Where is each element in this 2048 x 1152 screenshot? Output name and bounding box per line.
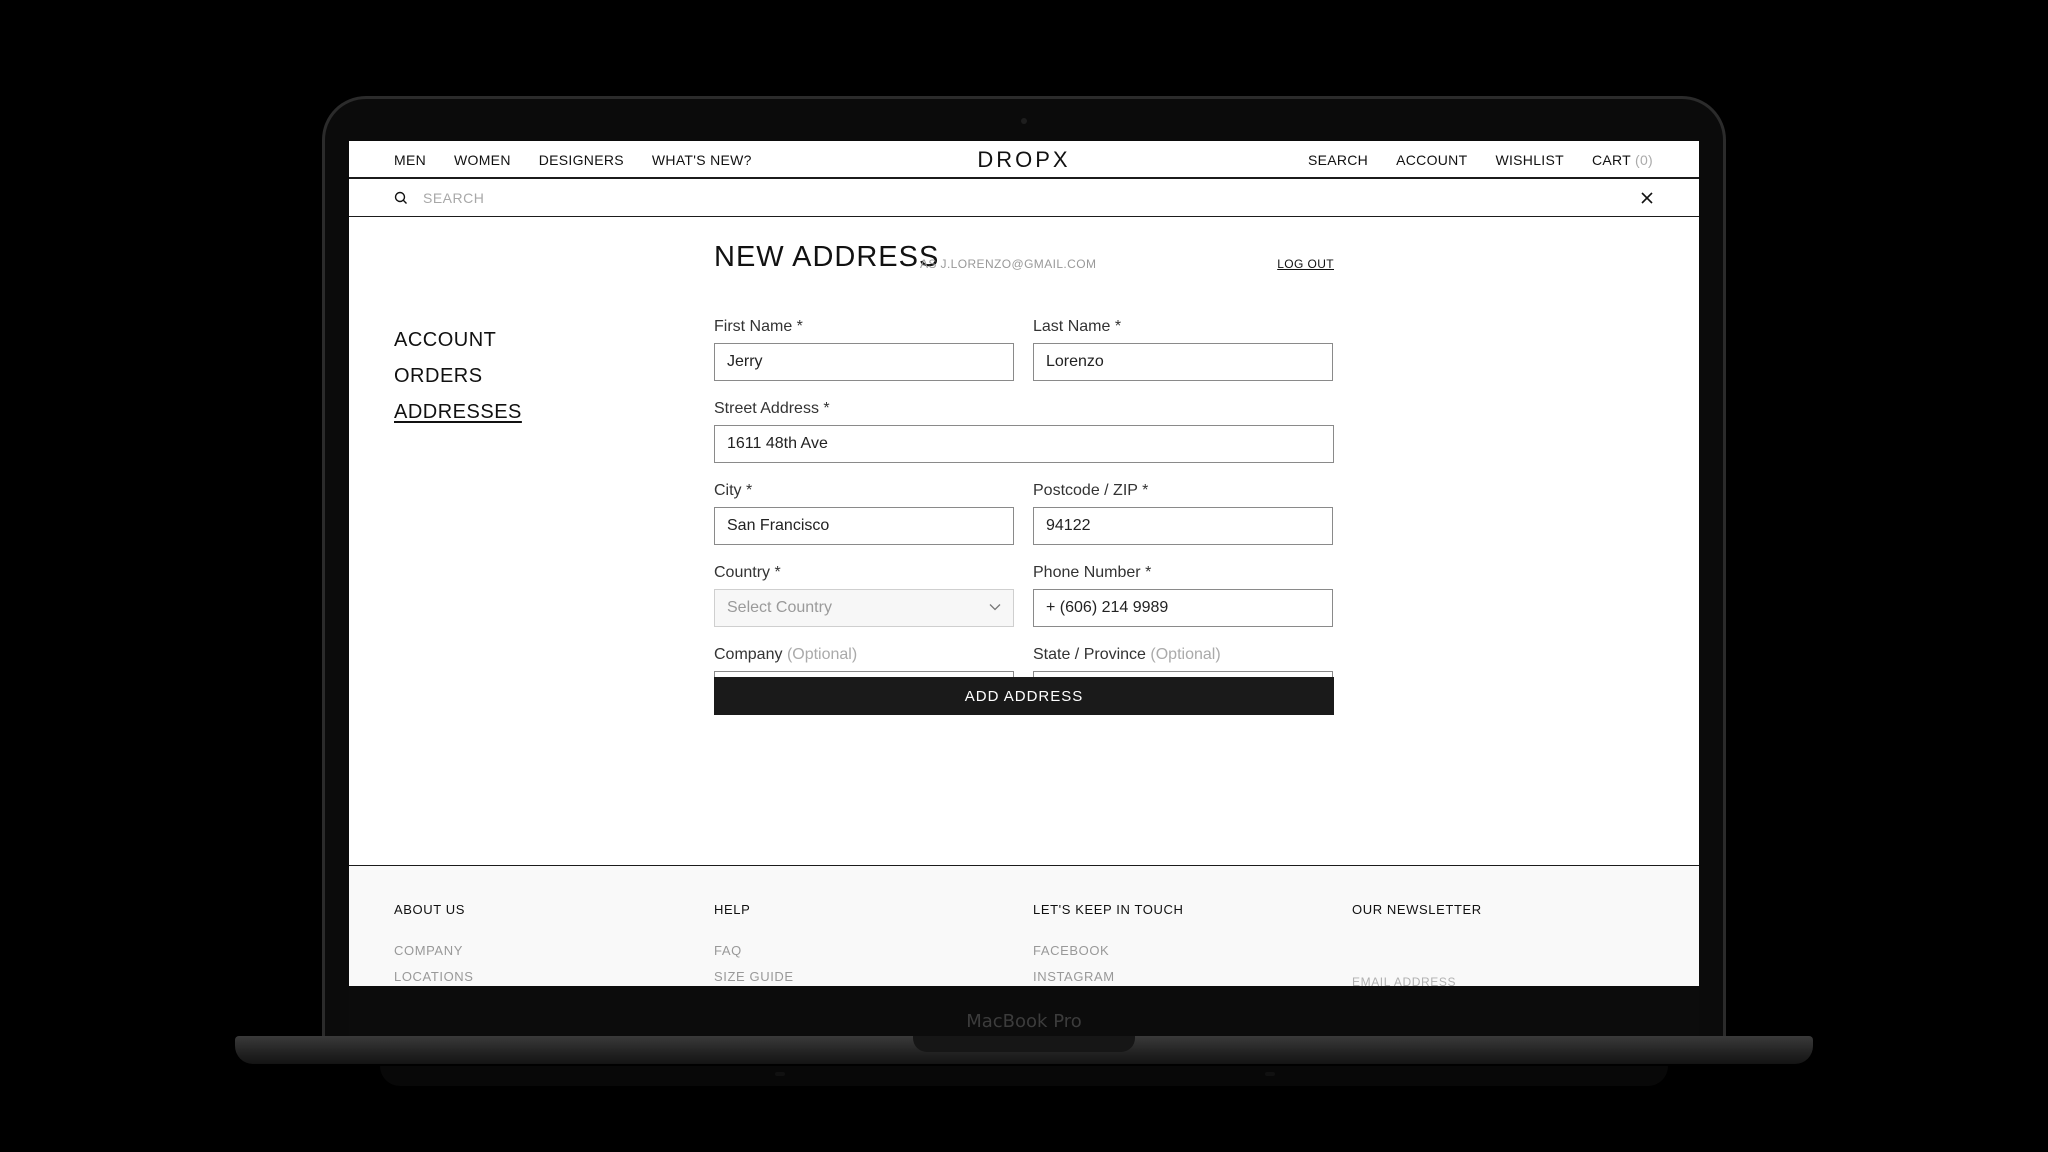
footer: ABOUT US COMPANY LOCATIONS HELP FAQ SIZE… <box>349 865 1699 986</box>
footer-col-about: ABOUT US COMPANY LOCATIONS <box>394 902 684 986</box>
first-name-field[interactable] <box>714 343 1014 381</box>
footer-heading-social: LET'S KEEP IN TOUCH <box>1033 902 1184 917</box>
country-select-value: Select Country <box>727 599 832 616</box>
user-email: AS J.LORENZO@GMAIL.COM <box>920 257 1097 271</box>
footer-heading-help: HELP <box>714 902 751 917</box>
search-icon <box>394 191 407 204</box>
street-address-field[interactable] <box>714 425 1334 463</box>
newsletter-email-input[interactable] <box>1352 970 1642 986</box>
sidebar-item-addresses[interactable]: ADDRESSES <box>394 401 522 424</box>
main-content: NEW ADDRESS AS J.LORENZO@GMAIL.COM LOG O… <box>714 241 1334 715</box>
laptop-foot-right <box>1265 1072 1275 1076</box>
account-sidebar: ACCOUNT ORDERS ADDRESSES <box>394 329 522 437</box>
last-name-label: Last Name * <box>1033 318 1122 335</box>
browser-screen: MEN WOMEN DESIGNERS WHAT'S NEW? DROPX SE… <box>349 141 1699 986</box>
nav-wishlist[interactable]: WISHLIST <box>1495 152 1564 168</box>
top-nav: MEN WOMEN DESIGNERS WHAT'S NEW? DROPX SE… <box>349 141 1699 179</box>
country-label: Country * <box>714 564 781 581</box>
device-label: MacBook Pro <box>966 1011 1082 1032</box>
footer-heading-about: ABOUT US <box>394 902 466 917</box>
footer-col-help: HELP FAQ SIZE GUIDE <box>714 902 1004 986</box>
footer-heading-newsletter: OUR NEWSLETTER <box>1352 902 1482 917</box>
add-address-button[interactable]: ADD ADDRESS <box>714 677 1334 715</box>
footer-col-newsletter: OUR NEWSLETTER <box>1352 902 1642 986</box>
last-name-field[interactable] <box>1033 343 1333 381</box>
search-input[interactable] <box>423 185 1523 211</box>
company-label-text: Company <box>714 646 783 663</box>
laptop-notch <box>913 1036 1135 1052</box>
footer-link-size-guide[interactable]: SIZE GUIDE <box>714 969 1004 984</box>
footer-link-locations[interactable]: LOCATIONS <box>394 969 684 984</box>
chevron-down-icon <box>989 604 1001 611</box>
address-form: First Name * Last Name * Street Address … <box>714 318 1334 728</box>
footer-col-social: LET'S KEEP IN TOUCH FACEBOOK INSTAGRAM <box>1033 902 1323 986</box>
company-label: Company (Optional) <box>714 646 1014 666</box>
footer-link-company[interactable]: COMPANY <box>394 943 684 958</box>
title-row: NEW ADDRESS AS J.LORENZO@GMAIL.COM LOG O… <box>714 241 1334 281</box>
nav-right: SEARCH ACCOUNT WISHLIST CART (0) <box>1308 152 1653 168</box>
close-icon[interactable] <box>1640 191 1654 205</box>
nav-search[interactable]: SEARCH <box>1308 152 1368 168</box>
footer-link-facebook[interactable]: FACEBOOK <box>1033 943 1323 958</box>
city-group: City * <box>714 482 1014 545</box>
country-group: Country * Select Country <box>714 564 1014 627</box>
city-label: City * <box>714 482 753 499</box>
first-name-label: First Name * <box>714 318 803 335</box>
laptop-foot-left <box>775 1072 785 1076</box>
state-label-text: State / Province <box>1033 646 1146 663</box>
street-label: Street Address * <box>714 400 830 417</box>
phone-field[interactable] <box>1033 589 1333 627</box>
last-name-group: Last Name * <box>1033 318 1333 381</box>
city-field[interactable] <box>714 507 1014 545</box>
street-group: Street Address * <box>714 400 1334 463</box>
camera <box>1021 118 1027 124</box>
laptop-shadow <box>380 1066 1668 1086</box>
postcode-field[interactable] <box>1033 507 1333 545</box>
logout-link[interactable]: LOG OUT <box>1277 257 1334 271</box>
page-title: NEW ADDRESS <box>714 241 940 273</box>
first-name-group: First Name * <box>714 318 1014 381</box>
state-label: State / Province (Optional) <box>1033 646 1333 666</box>
phone-label: Phone Number * <box>1033 564 1152 581</box>
cart-count: (0) <box>1634 152 1653 168</box>
cart-label: CART <box>1591 152 1631 168</box>
postcode-group: Postcode / ZIP * <box>1033 482 1333 545</box>
postcode-label: Postcode / ZIP * <box>1033 482 1149 499</box>
nav-account[interactable]: ACCOUNT <box>1396 152 1467 168</box>
scene: MEN WOMEN DESIGNERS WHAT'S NEW? DROPX SE… <box>0 0 2048 1152</box>
sidebar-item-orders[interactable]: ORDERS <box>394 365 522 388</box>
sidebar-item-account[interactable]: ACCOUNT <box>394 329 522 352</box>
nav-cart[interactable]: CART (0) <box>1592 152 1653 168</box>
phone-group: Phone Number * <box>1033 564 1333 627</box>
state-optional-tag: (Optional) <box>1150 646 1221 663</box>
company-optional-tag: (Optional) <box>786 646 858 663</box>
footer-link-faq[interactable]: FAQ <box>714 943 1004 958</box>
country-select[interactable]: Select Country <box>714 589 1014 627</box>
search-bar <box>349 179 1699 217</box>
footer-link-instagram[interactable]: INSTAGRAM <box>1033 969 1323 984</box>
